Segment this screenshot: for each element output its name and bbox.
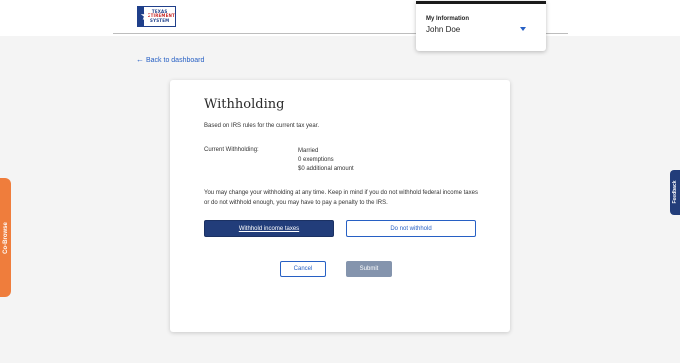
do-not-withhold-button[interactable]: Do not withhold <box>346 220 476 237</box>
star-flag-icon: ★ <box>137 6 152 27</box>
filing-status: Married <box>298 148 319 154</box>
my-information-dropdown[interactable]: My Information John Doe <box>416 1 546 51</box>
feedback-label: Feedback <box>672 180 678 204</box>
cancel-button[interactable]: Cancel <box>280 261 326 277</box>
exemptions-count: 0 exemptions <box>298 157 334 163</box>
back-link-label: Back to dashboard <box>146 56 205 64</box>
withholding-card: Withholding Based on IRS rules for the c… <box>170 80 510 332</box>
page-title: Withholding <box>204 97 285 112</box>
my-information-label: My Information <box>426 16 469 22</box>
co-browse-label: Co-Browse <box>3 222 9 254</box>
feedback-tab[interactable]: Feedback <box>670 170 680 215</box>
trs-logo[interactable]: ★ TEXAS RETIREMENT SYSTEM <box>137 6 176 27</box>
chevron-down-icon[interactable] <box>520 27 526 31</box>
submit-button[interactable]: Submit <box>346 261 392 277</box>
logo-line-3: SYSTEM <box>150 17 170 23</box>
withholding-notice: You may change your withholding at any t… <box>204 190 478 206</box>
top-header <box>0 0 680 36</box>
co-browse-tab[interactable]: Co-Browse <box>0 178 11 297</box>
back-to-dashboard-link[interactable]: ← Back to dashboard <box>136 56 204 64</box>
withhold-income-taxes-button[interactable]: Withhold income taxes <box>204 220 334 237</box>
page-subtitle: Based on IRS rules for the current tax y… <box>204 123 320 129</box>
account-name: John Doe <box>426 25 461 34</box>
arrow-left-icon: ← <box>136 55 144 64</box>
current-withholding-label: Current Withholding: <box>204 147 259 153</box>
additional-amount: $0 additional amount <box>298 166 354 172</box>
current-withholding-values: Married 0 exemptions $0 additional amoun… <box>298 147 354 174</box>
star-icon: ★ <box>140 8 152 23</box>
